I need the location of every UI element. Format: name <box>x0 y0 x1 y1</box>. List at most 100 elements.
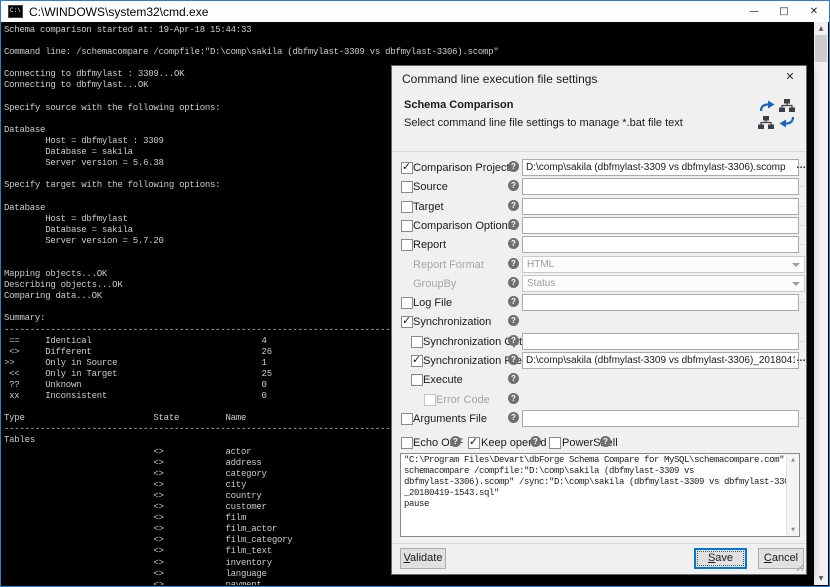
groupby-value: Status <box>527 278 555 289</box>
browse-icon: … <box>796 237 807 248</box>
synchronization-checkbox[interactable] <box>401 316 413 328</box>
error-code-checkbox <box>424 394 436 406</box>
error-code-label: Error Code <box>436 394 490 406</box>
footer-separator <box>392 543 806 544</box>
report-format-value: HTML <box>527 259 554 270</box>
powershell-checkbox[interactable] <box>549 437 561 449</box>
field-row-groupby: GroupBy ? Status <box>392 275 806 294</box>
help-icon[interactable]: ? <box>508 277 519 288</box>
scroll-down-icon[interactable]: ▼ <box>787 525 799 535</box>
field-row-synchronization-file: Synchronization File ? … <box>392 352 806 371</box>
help-icon[interactable]: ? <box>508 354 519 365</box>
field-row-source: Source ? … <box>392 178 806 197</box>
help-icon[interactable]: ? <box>508 296 519 307</box>
echo-off-checkbox[interactable] <box>401 437 413 449</box>
bat-file-preview[interactable]: "C:\Program Files\Devart\dbForge Schema … <box>400 453 800 537</box>
source-label: Source <box>413 181 448 193</box>
arguments-file-input[interactable] <box>522 410 799 427</box>
report-checkbox[interactable] <box>401 239 413 251</box>
help-icon[interactable]: ? <box>508 180 519 191</box>
execution-options-row: Echo OFF ? Keep opened ? PowerShell ? <box>392 436 806 451</box>
help-icon[interactable]: ? <box>508 258 519 269</box>
help-icon[interactable]: ? <box>508 315 519 326</box>
bat-file-text[interactable]: "C:\Program Files\Devart\dbForge Schema … <box>401 454 799 511</box>
field-row-synchronization: Synchronization ? <box>392 313 806 332</box>
source-input[interactable] <box>522 178 799 195</box>
cmd-window: C:\ C:\WINDOWS\system32\cmd.exe — □ ✕ Sc… <box>0 0 830 587</box>
cmd-titlebar[interactable]: C:\ C:\WINDOWS\system32\cmd.exe — □ ✕ <box>1 1 829 22</box>
validate-button[interactable]: Validate <box>400 548 446 569</box>
field-row-target: Target ? … <box>392 198 806 217</box>
log-file-label: Log File <box>413 297 452 309</box>
execute-checkbox[interactable] <box>411 374 423 386</box>
browse-icon: … <box>796 218 807 229</box>
help-icon[interactable]: ? <box>508 219 519 230</box>
help-icon[interactable]: ? <box>508 238 519 249</box>
scrollbar-thumb[interactable] <box>815 35 827 62</box>
log-file-checkbox[interactable] <box>401 297 413 309</box>
browse-icon: … <box>796 179 807 190</box>
maximize-button[interactable]: □ <box>769 1 799 22</box>
field-row-comparison-project: Comparison Project ? … <box>392 159 806 178</box>
arguments-file-checkbox[interactable] <box>401 413 413 425</box>
synchronization-file-label: Synchronization File <box>423 355 522 367</box>
help-icon[interactable]: ? <box>450 436 461 447</box>
comparison-options-checkbox[interactable] <box>401 220 413 232</box>
comparison-project-input[interactable] <box>522 159 799 176</box>
browse-icon[interactable]: … <box>796 353 807 364</box>
execute-label: Execute <box>423 374 463 386</box>
report-input[interactable] <box>522 236 799 253</box>
field-row-log-file: Log File ? … <box>392 294 806 313</box>
synchronization-options-checkbox[interactable] <box>411 336 423 348</box>
help-icon[interactable]: ? <box>508 161 519 172</box>
dialog-close-icon[interactable]: ✕ <box>783 70 797 84</box>
help-icon[interactable]: ? <box>508 373 519 384</box>
synchronization-file-input[interactable] <box>522 352 799 369</box>
screen: C:\ C:\WINDOWS\system32\cmd.exe — □ ✕ Sc… <box>0 0 830 587</box>
browse-icon[interactable]: … <box>796 160 807 171</box>
report-format-select: HTML <box>522 256 805 273</box>
browse-icon: … <box>796 295 807 306</box>
target-checkbox[interactable] <box>401 201 413 213</box>
scroll-up-icon[interactable]: ▲ <box>787 455 799 465</box>
keep-opened-checkbox[interactable] <box>468 437 480 449</box>
field-row-execute: Execute ? <box>392 371 806 390</box>
help-icon[interactable]: ? <box>508 200 519 211</box>
field-row-report-format: Report Format ? HTML <box>392 256 806 275</box>
help-icon[interactable]: ? <box>508 412 519 423</box>
minimize-button[interactable]: — <box>739 1 769 22</box>
help-icon[interactable]: ? <box>508 393 519 404</box>
field-row-report: Report ? … <box>392 236 806 255</box>
synchronization-options-input[interactable] <box>522 333 799 350</box>
sync-schemas-icon <box>758 99 796 129</box>
preview-scrollbar[interactable]: ▲ ▼ <box>786 454 799 536</box>
chevron-down-icon <box>792 263 800 271</box>
target-input[interactable] <box>522 198 799 215</box>
report-label: Report <box>413 239 446 251</box>
help-icon[interactable]: ? <box>530 436 541 447</box>
field-row-arguments-file: Arguments File ? … <box>392 410 806 429</box>
field-row-comparison-options: Comparison Options ? … <box>392 217 806 236</box>
log-file-input[interactable] <box>522 294 799 311</box>
groupby-select: Status <box>522 275 805 292</box>
comparison-project-checkbox[interactable] <box>401 162 413 174</box>
comparison-project-label: Comparison Project <box>413 162 510 174</box>
comparison-options-input[interactable] <box>522 217 799 234</box>
help-icon[interactable]: ? <box>508 335 519 346</box>
product-name: Schema Comparison <box>404 99 513 111</box>
browse-icon: … <box>796 411 807 422</box>
cancel-button[interactable]: Cancel <box>758 548 804 569</box>
close-button[interactable]: ✕ <box>799 1 829 22</box>
synchronization-file-checkbox[interactable] <box>411 355 423 367</box>
scroll-down-icon[interactable]: ▼ <box>814 572 828 585</box>
comparison-options-label: Comparison Options <box>413 220 513 232</box>
help-icon[interactable]: ? <box>600 436 611 447</box>
scroll-up-icon[interactable]: ▲ <box>814 22 828 35</box>
dialog-title: Command line execution file settings <box>402 72 597 86</box>
save-button[interactable]: Save <box>694 548 747 569</box>
console-scrollbar[interactable]: ▲ ▼ <box>814 22 828 585</box>
dialog-subtitle: Select command line file settings to man… <box>404 117 683 129</box>
synchronization-label: Synchronization <box>413 316 491 328</box>
command-line-settings-dialog: Command line execution file settings ✕ S… <box>391 65 807 575</box>
source-checkbox[interactable] <box>401 181 413 193</box>
